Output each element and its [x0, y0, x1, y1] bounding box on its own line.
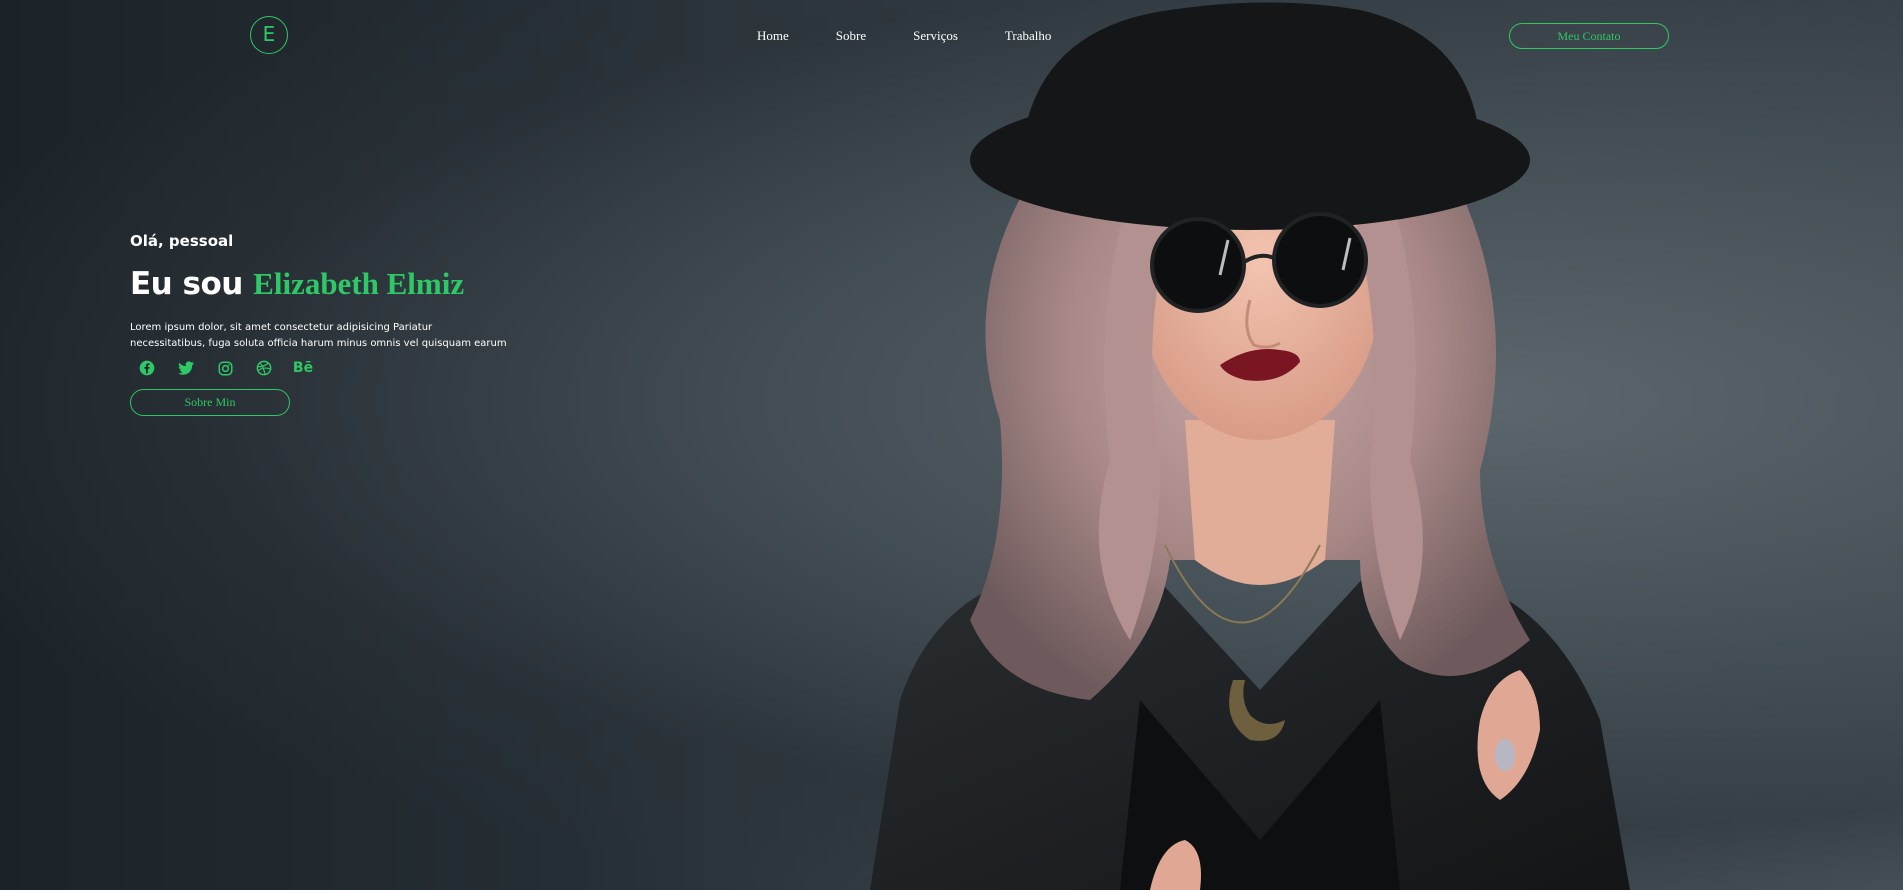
nav-sobre[interactable]: Sobre: [836, 28, 866, 44]
description-line-1: Lorem ipsum dolor, sit amet consectetur …: [130, 322, 433, 333]
nav-trabalho[interactable]: Trabalho: [1005, 28, 1051, 44]
description-line-2: necessitatibus, fuga soluta officia haru…: [130, 338, 507, 349]
portrait-image: [870, 2, 1630, 890]
headline-prefix: Eu sou: [130, 266, 254, 302]
greeting-text: Olá, pessoal: [130, 232, 234, 250]
instagram-icon[interactable]: [216, 359, 234, 377]
behance-icon[interactable]: Bē: [293, 359, 313, 377]
page-title: Eu sou Elizabeth Elmiz: [130, 266, 464, 302]
about-button[interactable]: Sobre Min: [130, 389, 290, 416]
logo[interactable]: E: [250, 16, 288, 54]
headline-name: Elizabeth Elmiz: [253, 266, 465, 301]
contact-button[interactable]: Meu Contato: [1509, 23, 1669, 49]
nav-home[interactable]: Home: [757, 28, 789, 44]
facebook-icon[interactable]: [138, 359, 156, 377]
dribbble-icon[interactable]: [255, 359, 273, 377]
main-nav: Home Sobre Serviços Trabalho: [757, 28, 1098, 44]
description: Lorem ipsum dolor, sit amet consectetur …: [130, 320, 530, 352]
twitter-icon[interactable]: [177, 359, 195, 377]
nav-servicos[interactable]: Serviços: [913, 28, 958, 44]
social-links: Bē: [138, 359, 313, 377]
